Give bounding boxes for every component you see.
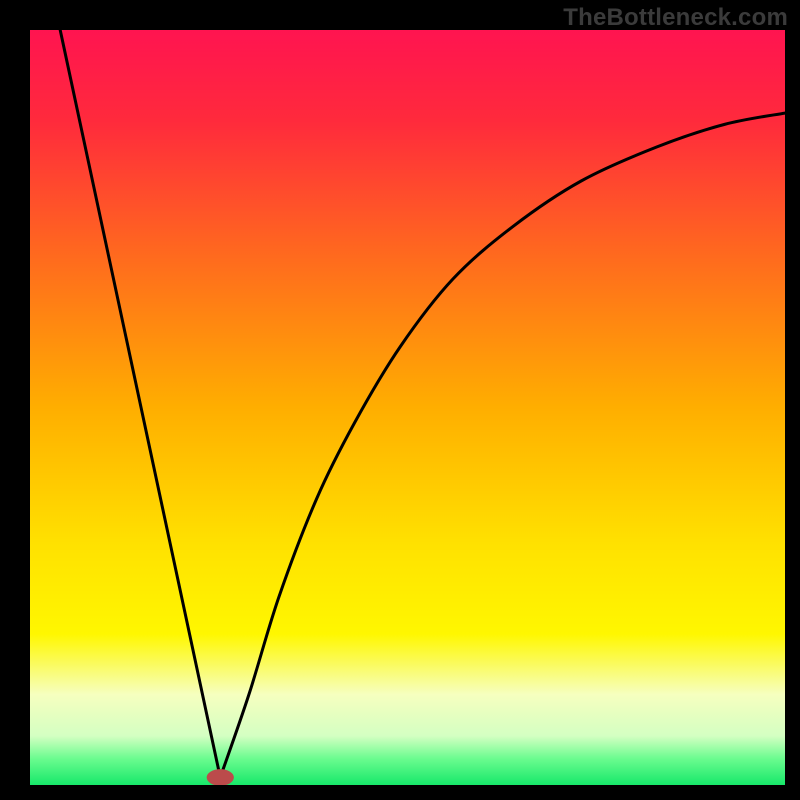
chart-frame: TheBottleneck.com — [0, 0, 800, 800]
minimum-marker — [207, 769, 234, 785]
chart-svg — [30, 30, 785, 785]
plot-area — [30, 30, 785, 785]
gradient-rect — [30, 30, 785, 785]
watermark-text: TheBottleneck.com — [563, 4, 788, 32]
